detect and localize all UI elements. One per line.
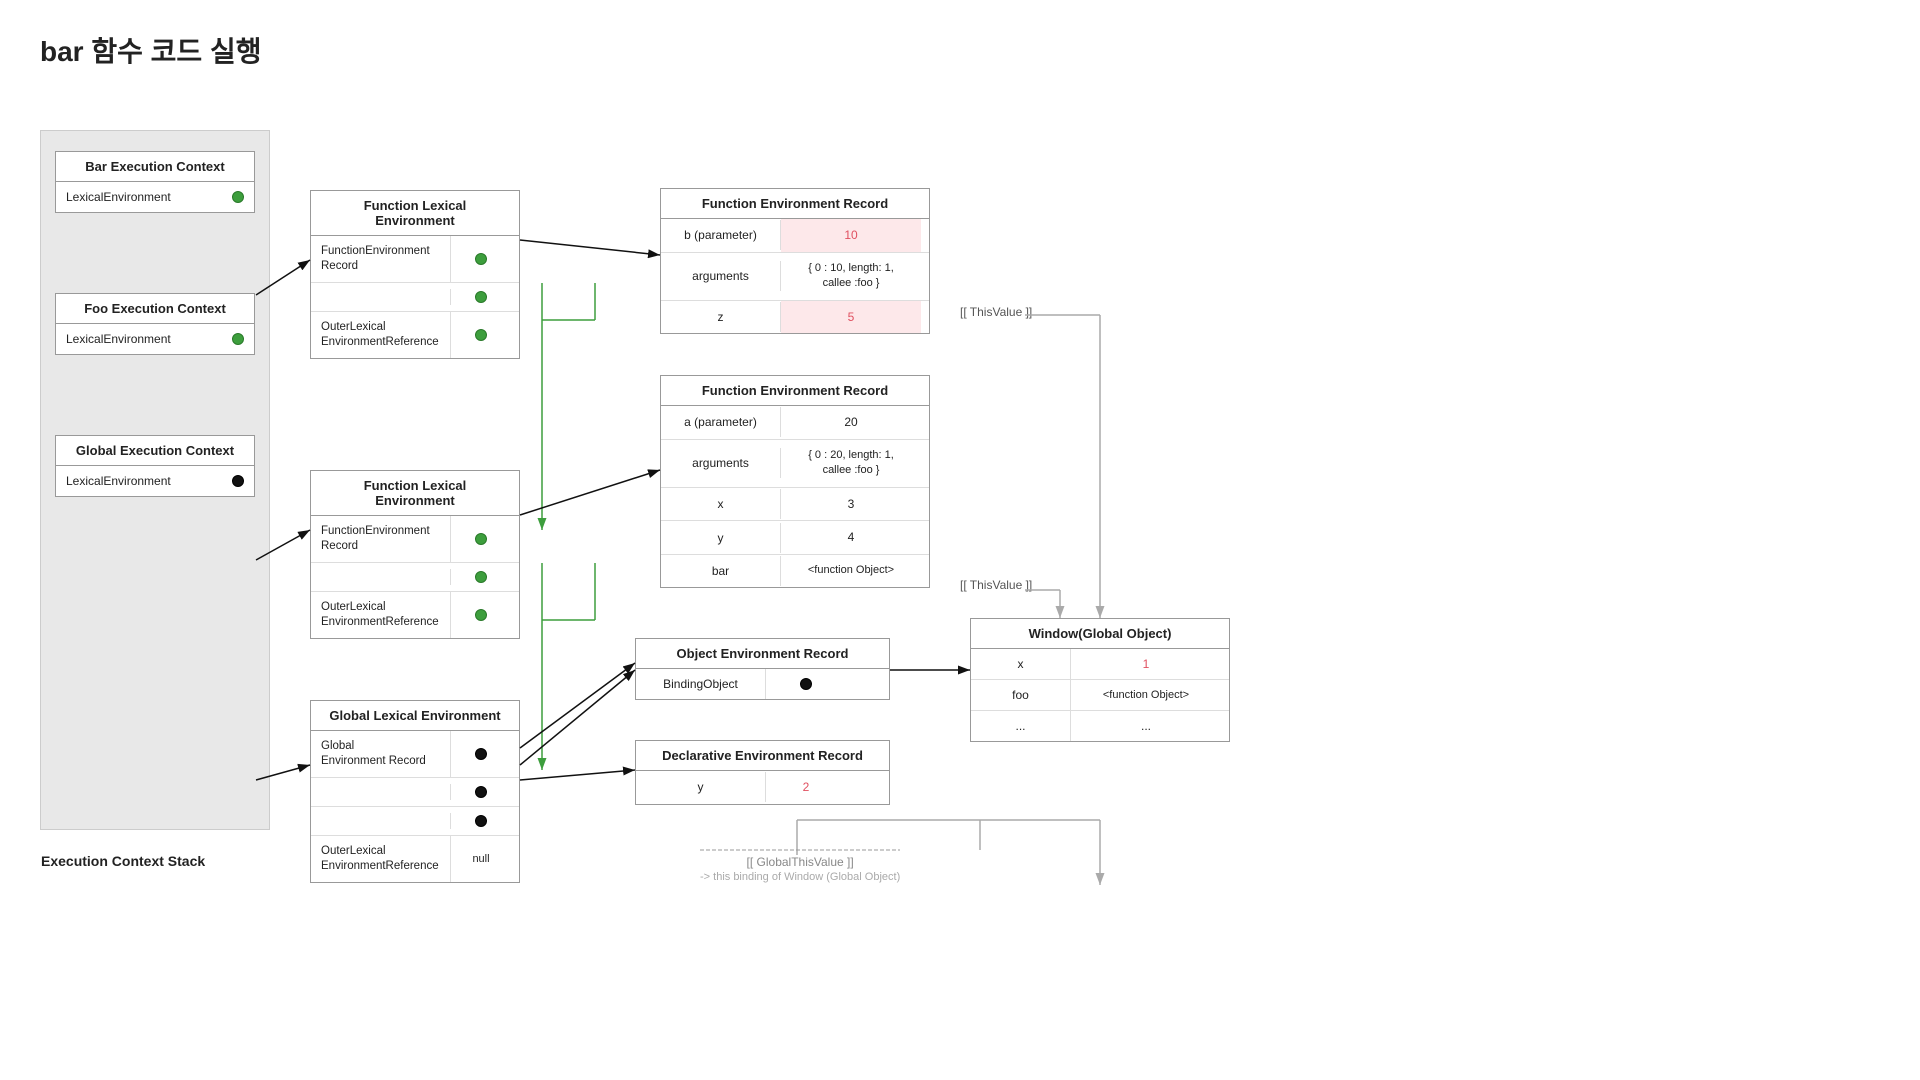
global-lex-row2-label xyxy=(311,784,451,800)
foo-lex-env: Function Lexical Environment FunctionEnv… xyxy=(310,470,520,639)
window-box: Window(Global Object) x 1 foo <function … xyxy=(970,618,1230,742)
foo-lex-row1-label: FunctionEnvironmentRecord xyxy=(311,516,451,562)
obj-rec-key1: BindingObject xyxy=(636,669,766,699)
bar-rec-val3: 5 xyxy=(781,301,921,334)
decl-rec-val1: 2 xyxy=(766,771,846,804)
global-this-desc-text: -> this binding of Window (Global Object… xyxy=(700,871,900,883)
global-lex-null: null xyxy=(451,845,511,873)
foo-lex-row2-label xyxy=(311,569,451,585)
foo-ec-title: Foo Execution Context xyxy=(56,294,254,324)
global-lex-row1-label: GlobalEnvironment Record xyxy=(311,731,451,777)
foo-func-env-record: Function Environment Record a (parameter… xyxy=(660,375,930,588)
foo-lex-dot1 xyxy=(475,533,487,545)
obj-rec-dot xyxy=(800,678,812,690)
window-title: Window(Global Object) xyxy=(971,619,1229,649)
global-ec-label: LexicalEnvironment xyxy=(66,474,224,488)
page-title: bar 함수 코드 실행 xyxy=(40,30,1880,70)
window-key2: foo xyxy=(971,680,1071,710)
foo-execution-context: Foo Execution Context LexicalEnvironment xyxy=(55,293,255,355)
global-lex-dot2 xyxy=(475,786,487,798)
global-lex-title: Global Lexical Environment xyxy=(311,701,519,731)
global-lex-dot3 xyxy=(475,815,487,827)
global-this-value-text: [[ GlobalThisValue ]] xyxy=(700,855,900,869)
execution-context-stack: Bar Execution Context LexicalEnvironment… xyxy=(40,130,270,830)
foo-rec-val1: 20 xyxy=(781,406,921,439)
foo-rec-val5: <function Object> xyxy=(781,555,921,586)
bar-rec-key1: b (parameter) xyxy=(661,220,781,250)
bar-execution-context: Bar Execution Context LexicalEnvironment xyxy=(55,151,255,213)
declarative-env-record-title: Declarative Environment Record xyxy=(636,741,889,771)
foo-rec-key2: arguments xyxy=(661,448,781,478)
bar-rec-val1: 10 xyxy=(781,219,921,252)
foo-rec-val4: 4 xyxy=(781,521,921,554)
bar-ec-title: Bar Execution Context xyxy=(56,152,254,182)
bar-lex-row2-label xyxy=(311,289,451,305)
window-key3: ... xyxy=(971,711,1071,741)
global-lex-row3-label xyxy=(311,813,451,829)
bar-lex-env: Function Lexical Environment FunctionEnv… xyxy=(310,190,520,359)
bar-func-env-record: Function Environment Record b (parameter… xyxy=(660,188,930,334)
global-this-label: [[ GlobalThisValue ]] -> this binding of… xyxy=(700,855,900,883)
foo-rec-val2: { 0 : 20, length: 1, callee :foo } xyxy=(781,440,921,487)
object-env-record-title: Object Environment Record xyxy=(636,639,889,669)
global-lex-env: Global Lexical Environment GlobalEnviron… xyxy=(310,700,520,883)
foo-rec-key3: x xyxy=(661,489,781,519)
ec-stack-label: Execution Context Stack xyxy=(41,853,205,869)
foo-ec-dot xyxy=(232,333,244,345)
window-val2: <function Object> xyxy=(1071,681,1221,709)
bar-lex-dot1 xyxy=(475,253,487,265)
object-env-record: Object Environment Record BindingObject xyxy=(635,638,890,700)
bar-func-record-title: Function Environment Record xyxy=(661,189,929,219)
bar-rec-val2: { 0 : 10, length: 1, callee :foo } xyxy=(781,253,921,300)
this-value-foo-label: [[ ThisValue ]] xyxy=(960,578,1032,592)
global-lex-outer-label: OuterLexicalEnvironmentReference xyxy=(311,836,451,882)
bar-rec-key2: arguments xyxy=(661,261,781,291)
bar-lex-row1-label: FunctionEnvironmentRecord xyxy=(311,236,451,282)
foo-rec-key1: a (parameter) xyxy=(661,407,781,437)
foo-rec-key4: y xyxy=(661,523,781,553)
foo-func-record-title: Function Environment Record xyxy=(661,376,929,406)
window-val1: 1 xyxy=(1071,649,1221,679)
bar-ec-label: LexicalEnvironment xyxy=(66,190,224,204)
global-execution-context: Global Execution Context LexicalEnvironm… xyxy=(55,435,255,497)
bar-ec-dot xyxy=(232,191,244,203)
this-value-bar-label: [[ ThisValue ]] xyxy=(960,305,1032,319)
window-key1: x xyxy=(971,649,1071,679)
foo-rec-val3: 3 xyxy=(781,488,921,521)
foo-lex-title: Function Lexical Environment xyxy=(311,471,519,516)
foo-lex-dot3 xyxy=(475,609,487,621)
global-ec-dot xyxy=(232,475,244,487)
foo-rec-key5: bar xyxy=(661,556,781,586)
foo-lex-row3-label: OuterLexicalEnvironmentReference xyxy=(311,592,451,638)
bar-lex-row3-label: OuterLexicalEnvironmentReference xyxy=(311,312,451,358)
window-val3: ... xyxy=(1071,711,1221,741)
bar-lex-dot2 xyxy=(475,291,487,303)
decl-rec-key1: y xyxy=(636,772,766,802)
global-lex-dot1 xyxy=(475,748,487,760)
foo-ec-label: LexicalEnvironment xyxy=(66,332,224,346)
foo-lex-dot2 xyxy=(475,571,487,583)
global-ec-title: Global Execution Context xyxy=(56,436,254,466)
bar-lex-title: Function Lexical Environment xyxy=(311,191,519,236)
bar-rec-key3: z xyxy=(661,302,781,332)
declarative-env-record: Declarative Environment Record y 2 xyxy=(635,740,890,805)
bar-lex-dot3 xyxy=(475,329,487,341)
